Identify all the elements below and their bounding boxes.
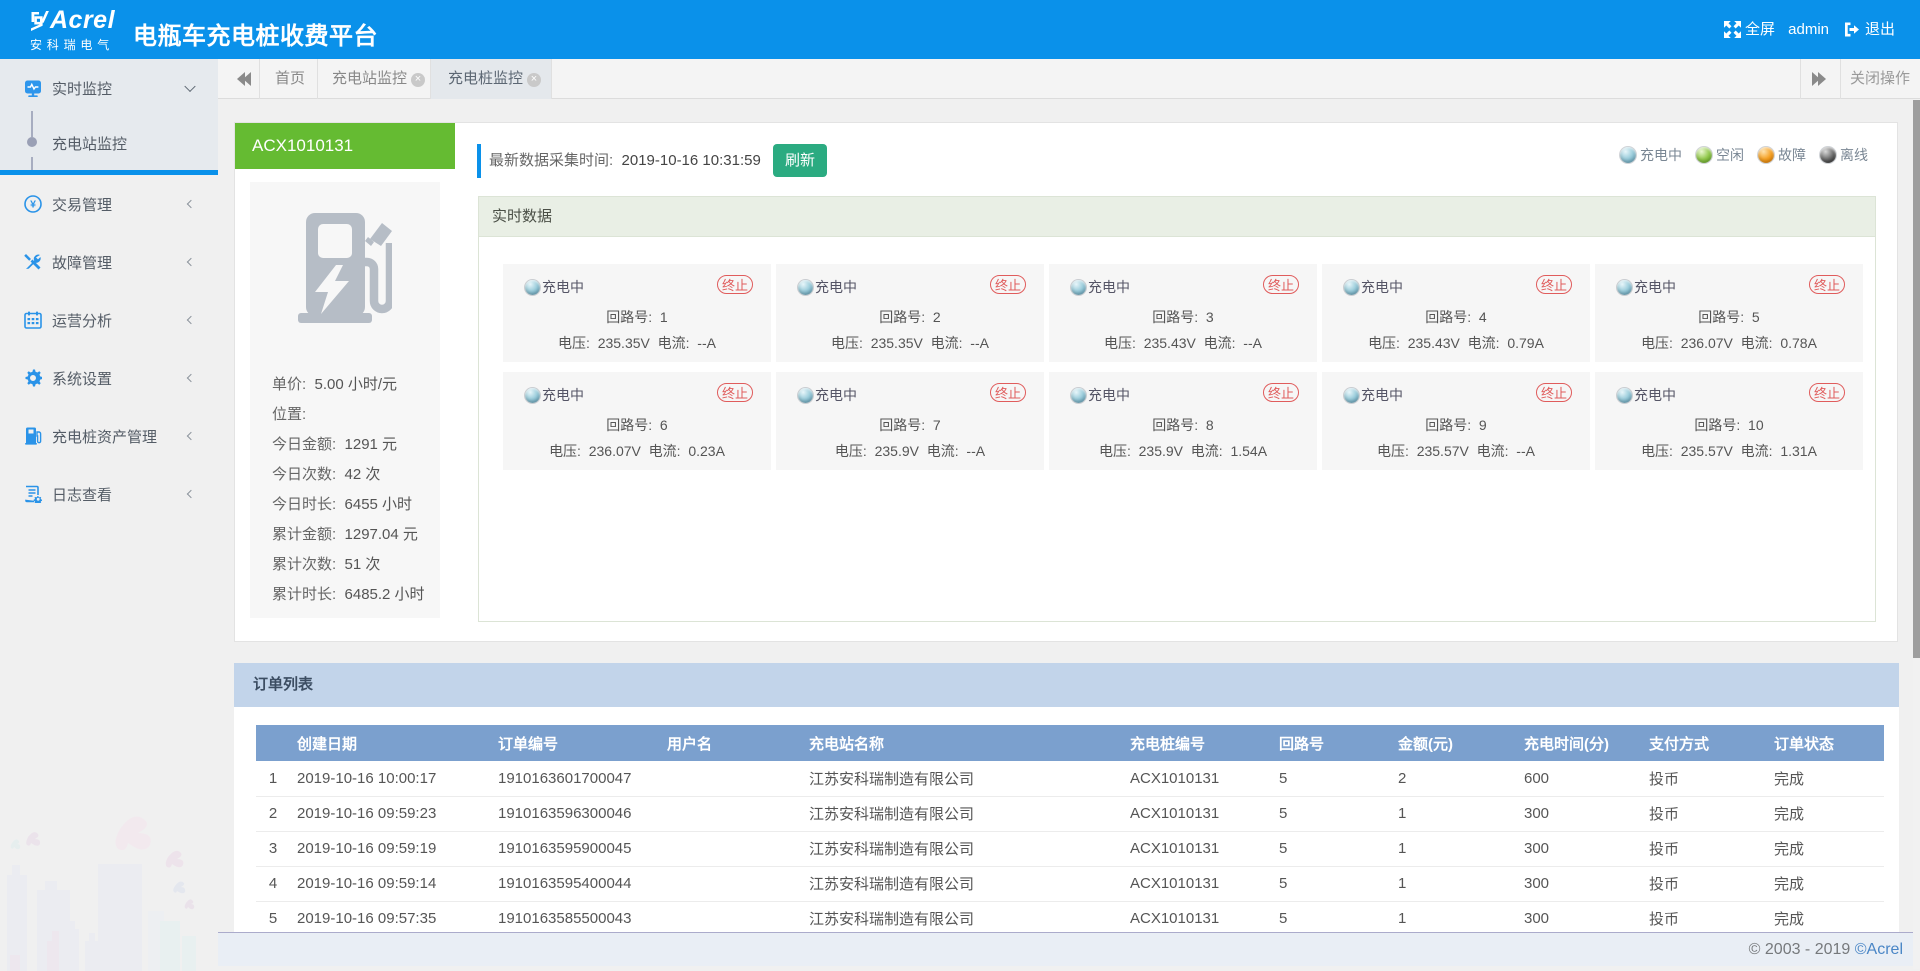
svg-text:¥: ¥ [30,199,36,211]
